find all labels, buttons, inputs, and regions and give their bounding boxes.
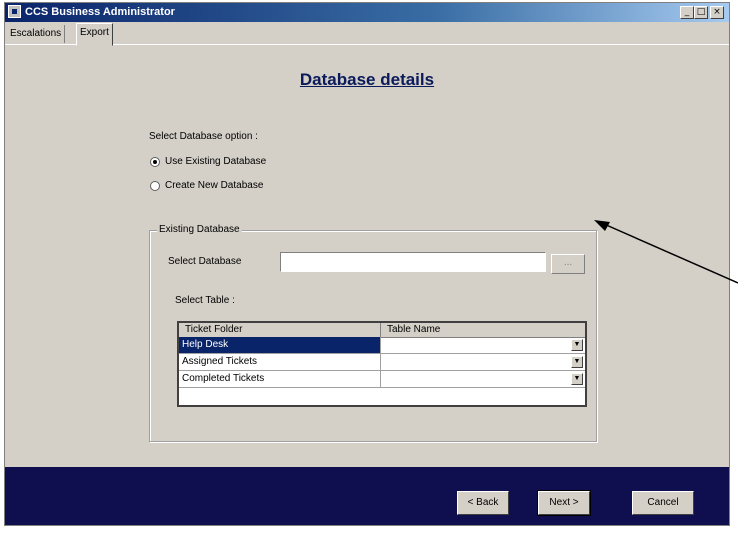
- annotation-arrow-icon: [594, 220, 738, 284]
